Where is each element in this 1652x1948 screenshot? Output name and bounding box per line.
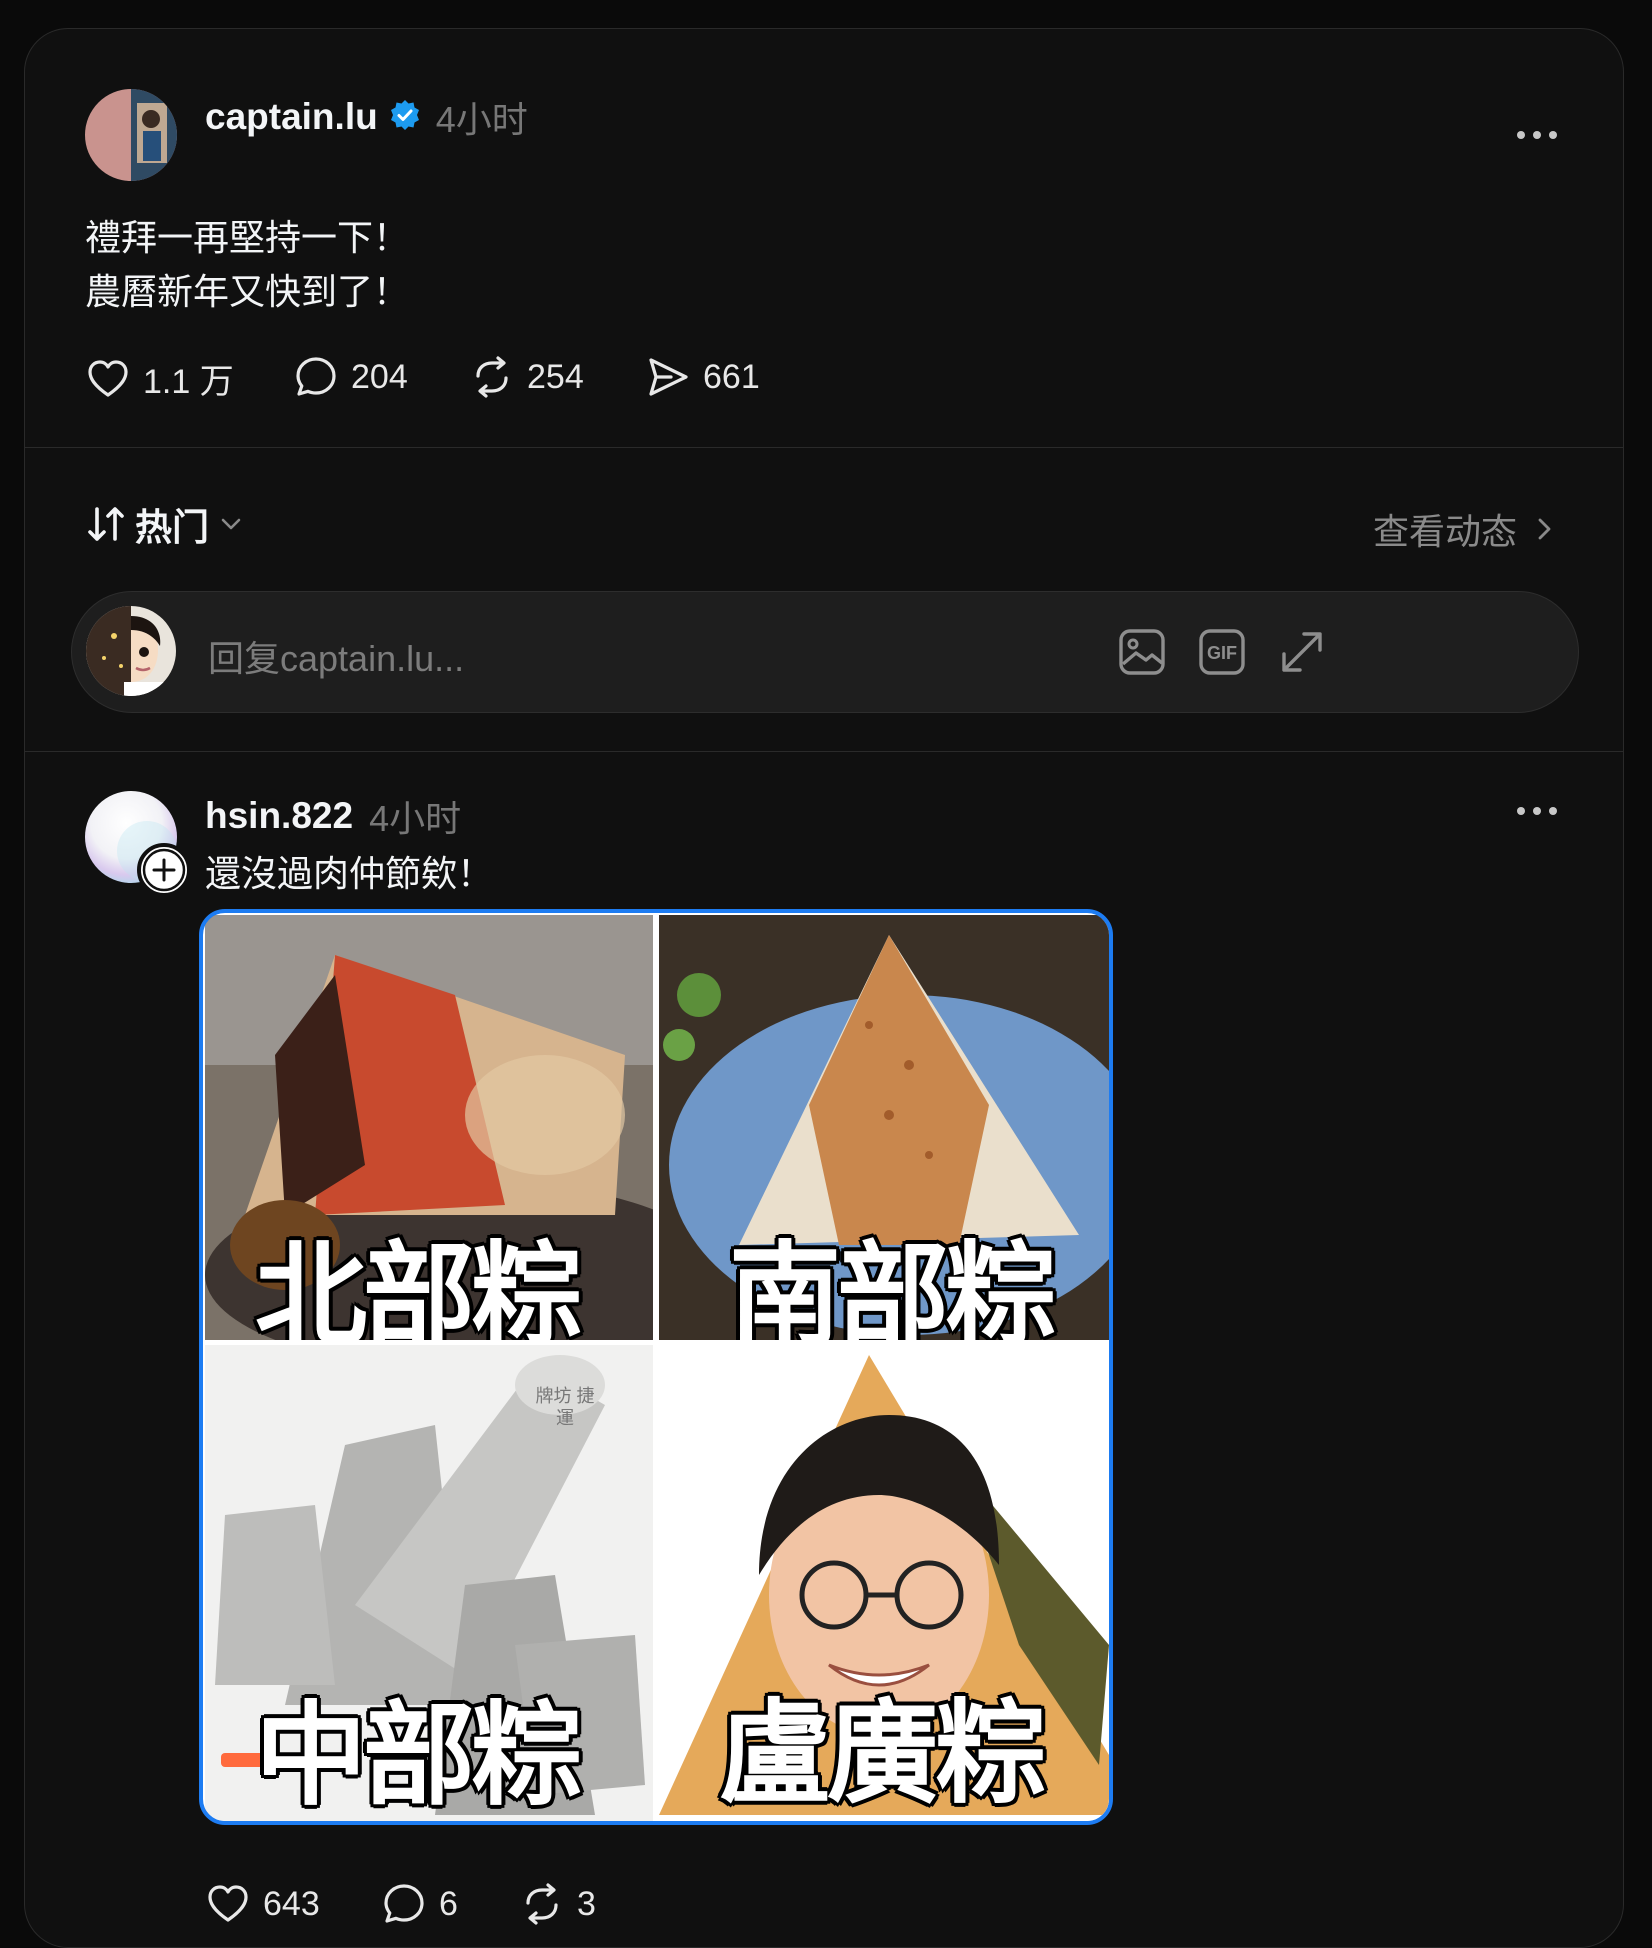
author-username[interactable]: captain.lu [205,96,378,138]
thread-card: captain.lu 4小时 禮拜一再堅持一下！ 農曆新年又快到了！ 1.1 万… [24,28,1624,1948]
meme-south-panel: 南部粽 [659,915,1109,1340]
plus-icon [142,848,186,892]
comment-time: 4小时 [369,798,462,839]
commenter-username[interactable]: hsin.822 [205,795,353,837]
verified-badge-icon [388,98,422,137]
commenter-line: hsin.822 4小时 [205,791,461,841]
comment-button[interactable]: 204 [293,354,408,400]
like-count: 1.1 万 [143,363,234,401]
repost-icon [526,1883,558,1925]
view-activity-label: 查看动态 [1373,511,1518,552]
comment-like-count: 643 [263,1884,320,1923]
repost-count: 254 [527,357,584,396]
meme-north-label: 北部粽 [255,1231,583,1340]
meme-central-label: 中部粽 [255,1691,583,1821]
heart-icon [88,359,128,397]
meme-stamp-text: 牌坊 捷運 [535,1386,595,1428]
author-avatar[interactable] [85,89,177,181]
sort-dropdown[interactable]: 热门 [85,497,245,551]
comment-more-icon[interactable] [1517,807,1557,815]
my-avatar [86,606,176,696]
meme-lu-panel: 盧廣粽 [659,1345,1109,1821]
repost-button[interactable]: 254 [469,354,584,400]
post-line-1: 禮拜一再堅持一下！ [85,217,410,258]
meme-lu-label: 盧廣粽 [719,1689,1047,1819]
expand-icon[interactable] [1276,626,1328,683]
comment-count: 204 [351,357,408,396]
comment-repost-count: 3 [577,1884,596,1923]
gif-icon[interactable]: GIF [1196,626,1248,683]
reply-placeholder: 回复captain.lu... [208,638,465,679]
divider [25,751,1623,752]
comment-image[interactable]: 北部粽 南部粽 牌坊 捷運 中部粽 盧廣粽 [199,909,1113,1825]
image-attach-icon[interactable] [1116,626,1168,683]
meme-south-label: 南部粽 [729,1231,1057,1340]
sort-arrows-icon [88,507,124,541]
comment-repost-button[interactable]: 3 [519,1881,596,1927]
post-time: 4小时 [435,99,528,140]
post-more-icon[interactable] [1517,131,1557,139]
comment-like-button[interactable]: 643 [205,1881,320,1927]
divider [25,447,1623,448]
author-line: captain.lu 4小时 [205,91,528,143]
like-button[interactable]: 1.1 万 [85,354,234,403]
send-icon [649,358,688,396]
repost-icon [476,356,508,398]
sort-label: 热门 [135,507,209,548]
chevron-down-icon [221,518,241,530]
comment-reply-count: 6 [439,1884,458,1923]
gif-icon-label: GIF [1207,643,1237,663]
heart-icon [208,1885,248,1922]
meme-central-panel: 牌坊 捷運 中部粽 [205,1345,653,1821]
comment-reply-button[interactable]: 6 [381,1881,458,1927]
post-line-2: 農曆新年又快到了！ [85,271,410,312]
comment-text: 還沒過肉仲節欸！ [205,853,494,894]
follow-button[interactable] [137,843,191,897]
share-count: 661 [703,357,760,396]
comment-bubble-icon [296,357,336,396]
chevron-right-icon [1538,518,1551,540]
meme-north-panel: 北部粽 [205,915,653,1340]
view-activity-link[interactable]: 查看动态 [1373,503,1557,555]
post-text: 禮拜一再堅持一下！ 農曆新年又快到了！ [85,211,409,319]
comment-bubble-icon [384,1884,424,1923]
reply-input-box[interactable]: 回复captain.lu... GIF [71,591,1579,713]
share-button[interactable]: 661 [645,354,760,400]
